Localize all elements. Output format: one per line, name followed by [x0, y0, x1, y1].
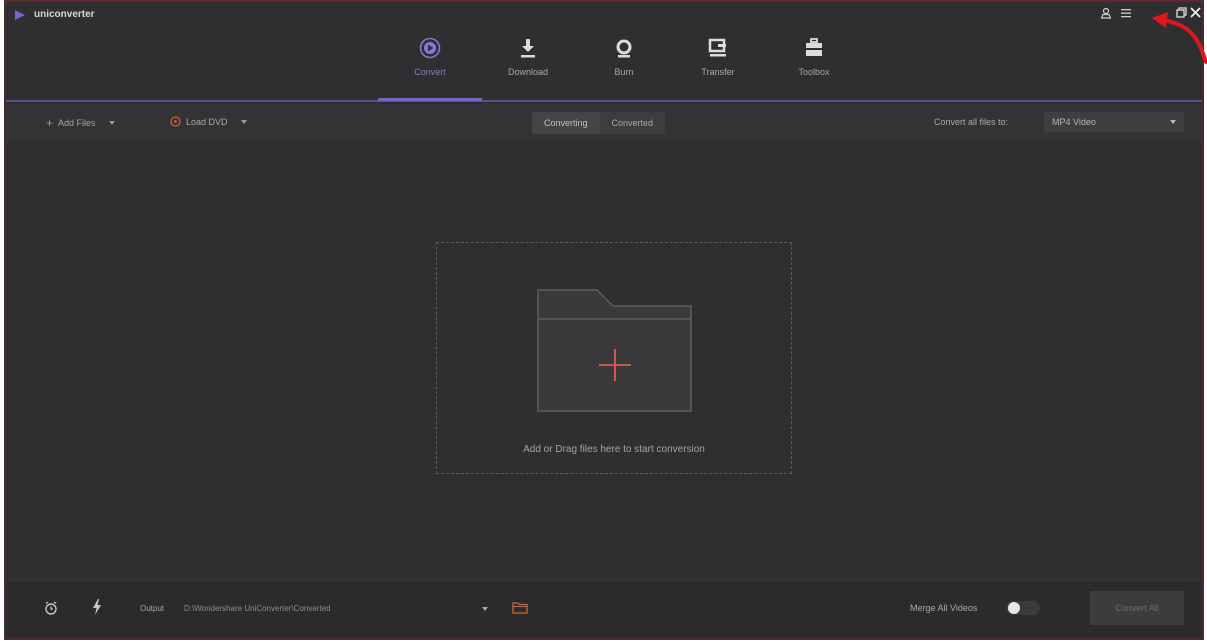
- nav-download-label: Download: [507, 67, 549, 77]
- tab-converted[interactable]: Converted: [599, 112, 666, 134]
- nav-transfer-label: Transfer: [701, 67, 735, 77]
- nav-toolbox-label: Toolbox: [798, 67, 830, 77]
- merge-toggle[interactable]: [1006, 601, 1040, 615]
- plus-icon: +: [46, 116, 54, 130]
- transfer-icon: [708, 38, 726, 57]
- menu-icon[interactable]: [1120, 7, 1132, 19]
- alarm-clock-icon[interactable]: [44, 601, 58, 620]
- main-nav: Convert Download Burn Transfer Toolbox: [6, 32, 1202, 102]
- add-folder-icon[interactable]: [537, 289, 693, 413]
- app-logo-icon: [15, 10, 25, 20]
- nav-transfer[interactable]: Transfer: [678, 36, 758, 102]
- nav-convert[interactable]: Convert: [390, 36, 470, 102]
- output-label: Output: [140, 604, 165, 613]
- nav-convert-label: Convert: [414, 67, 446, 77]
- drop-zone[interactable]: Add or Drag files here to start conversi…: [436, 242, 792, 474]
- convert-all-files-label: Convert all files to:: [934, 117, 1009, 127]
- add-files-label: Add Files: [58, 118, 96, 128]
- drop-zone-hint: Add or Drag files here to start conversi…: [523, 444, 705, 455]
- dvd-icon: [170, 116, 181, 127]
- nav-burn-label: Burn: [614, 67, 634, 77]
- chevron-down-icon[interactable]: [108, 121, 115, 125]
- download-icon: [521, 39, 535, 58]
- merge-all-videos-label: Merge All Videos: [910, 603, 978, 613]
- chevron-down-icon[interactable]: [240, 119, 247, 124]
- output-format-value: MP4 Video: [1052, 117, 1096, 127]
- nav-toolbox[interactable]: Toolbox: [774, 36, 854, 102]
- add-files-button[interactable]: + Add Files: [46, 116, 115, 130]
- toolbox-icon: [806, 38, 822, 56]
- converting-converted-tabs: Converting Converted: [532, 112, 666, 134]
- nav-burn[interactable]: Burn: [584, 36, 664, 102]
- annotation-arrow-icon: [1152, 12, 1207, 64]
- app-window: uniconverter Convert Download Burn Trans…: [4, 0, 1207, 640]
- convert-all-button[interactable]: Convert All: [1090, 591, 1184, 625]
- nav-divider: [6, 100, 1202, 102]
- tab-converting[interactable]: Converting: [532, 112, 600, 134]
- output-format-select[interactable]: MP4 Video: [1044, 112, 1184, 132]
- toggle-knob: [1008, 602, 1020, 614]
- account-icon[interactable]: [1100, 7, 1112, 19]
- lightning-icon[interactable]: [92, 599, 102, 620]
- chevron-down-icon: [1170, 120, 1176, 124]
- open-folder-icon[interactable]: [512, 601, 528, 619]
- chevron-down-icon[interactable]: [482, 607, 488, 611]
- app-title: uniconverter: [34, 9, 95, 20]
- load-dvd-label: Load DVD: [186, 116, 228, 127]
- output-path-field[interactable]: D:\Wondershare UniConverter\Converted: [184, 604, 484, 613]
- active-tab-indicator: [378, 98, 482, 101]
- burn-icon: [616, 39, 632, 58]
- nav-download[interactable]: Download: [488, 36, 568, 102]
- bottom-bar: Output D:\Wondershare UniConverter\Conve…: [6, 580, 1202, 638]
- title-bar: uniconverter: [6, 2, 1202, 32]
- convert-icon: [419, 37, 441, 59]
- load-dvd-button[interactable]: Load DVD: [170, 116, 247, 127]
